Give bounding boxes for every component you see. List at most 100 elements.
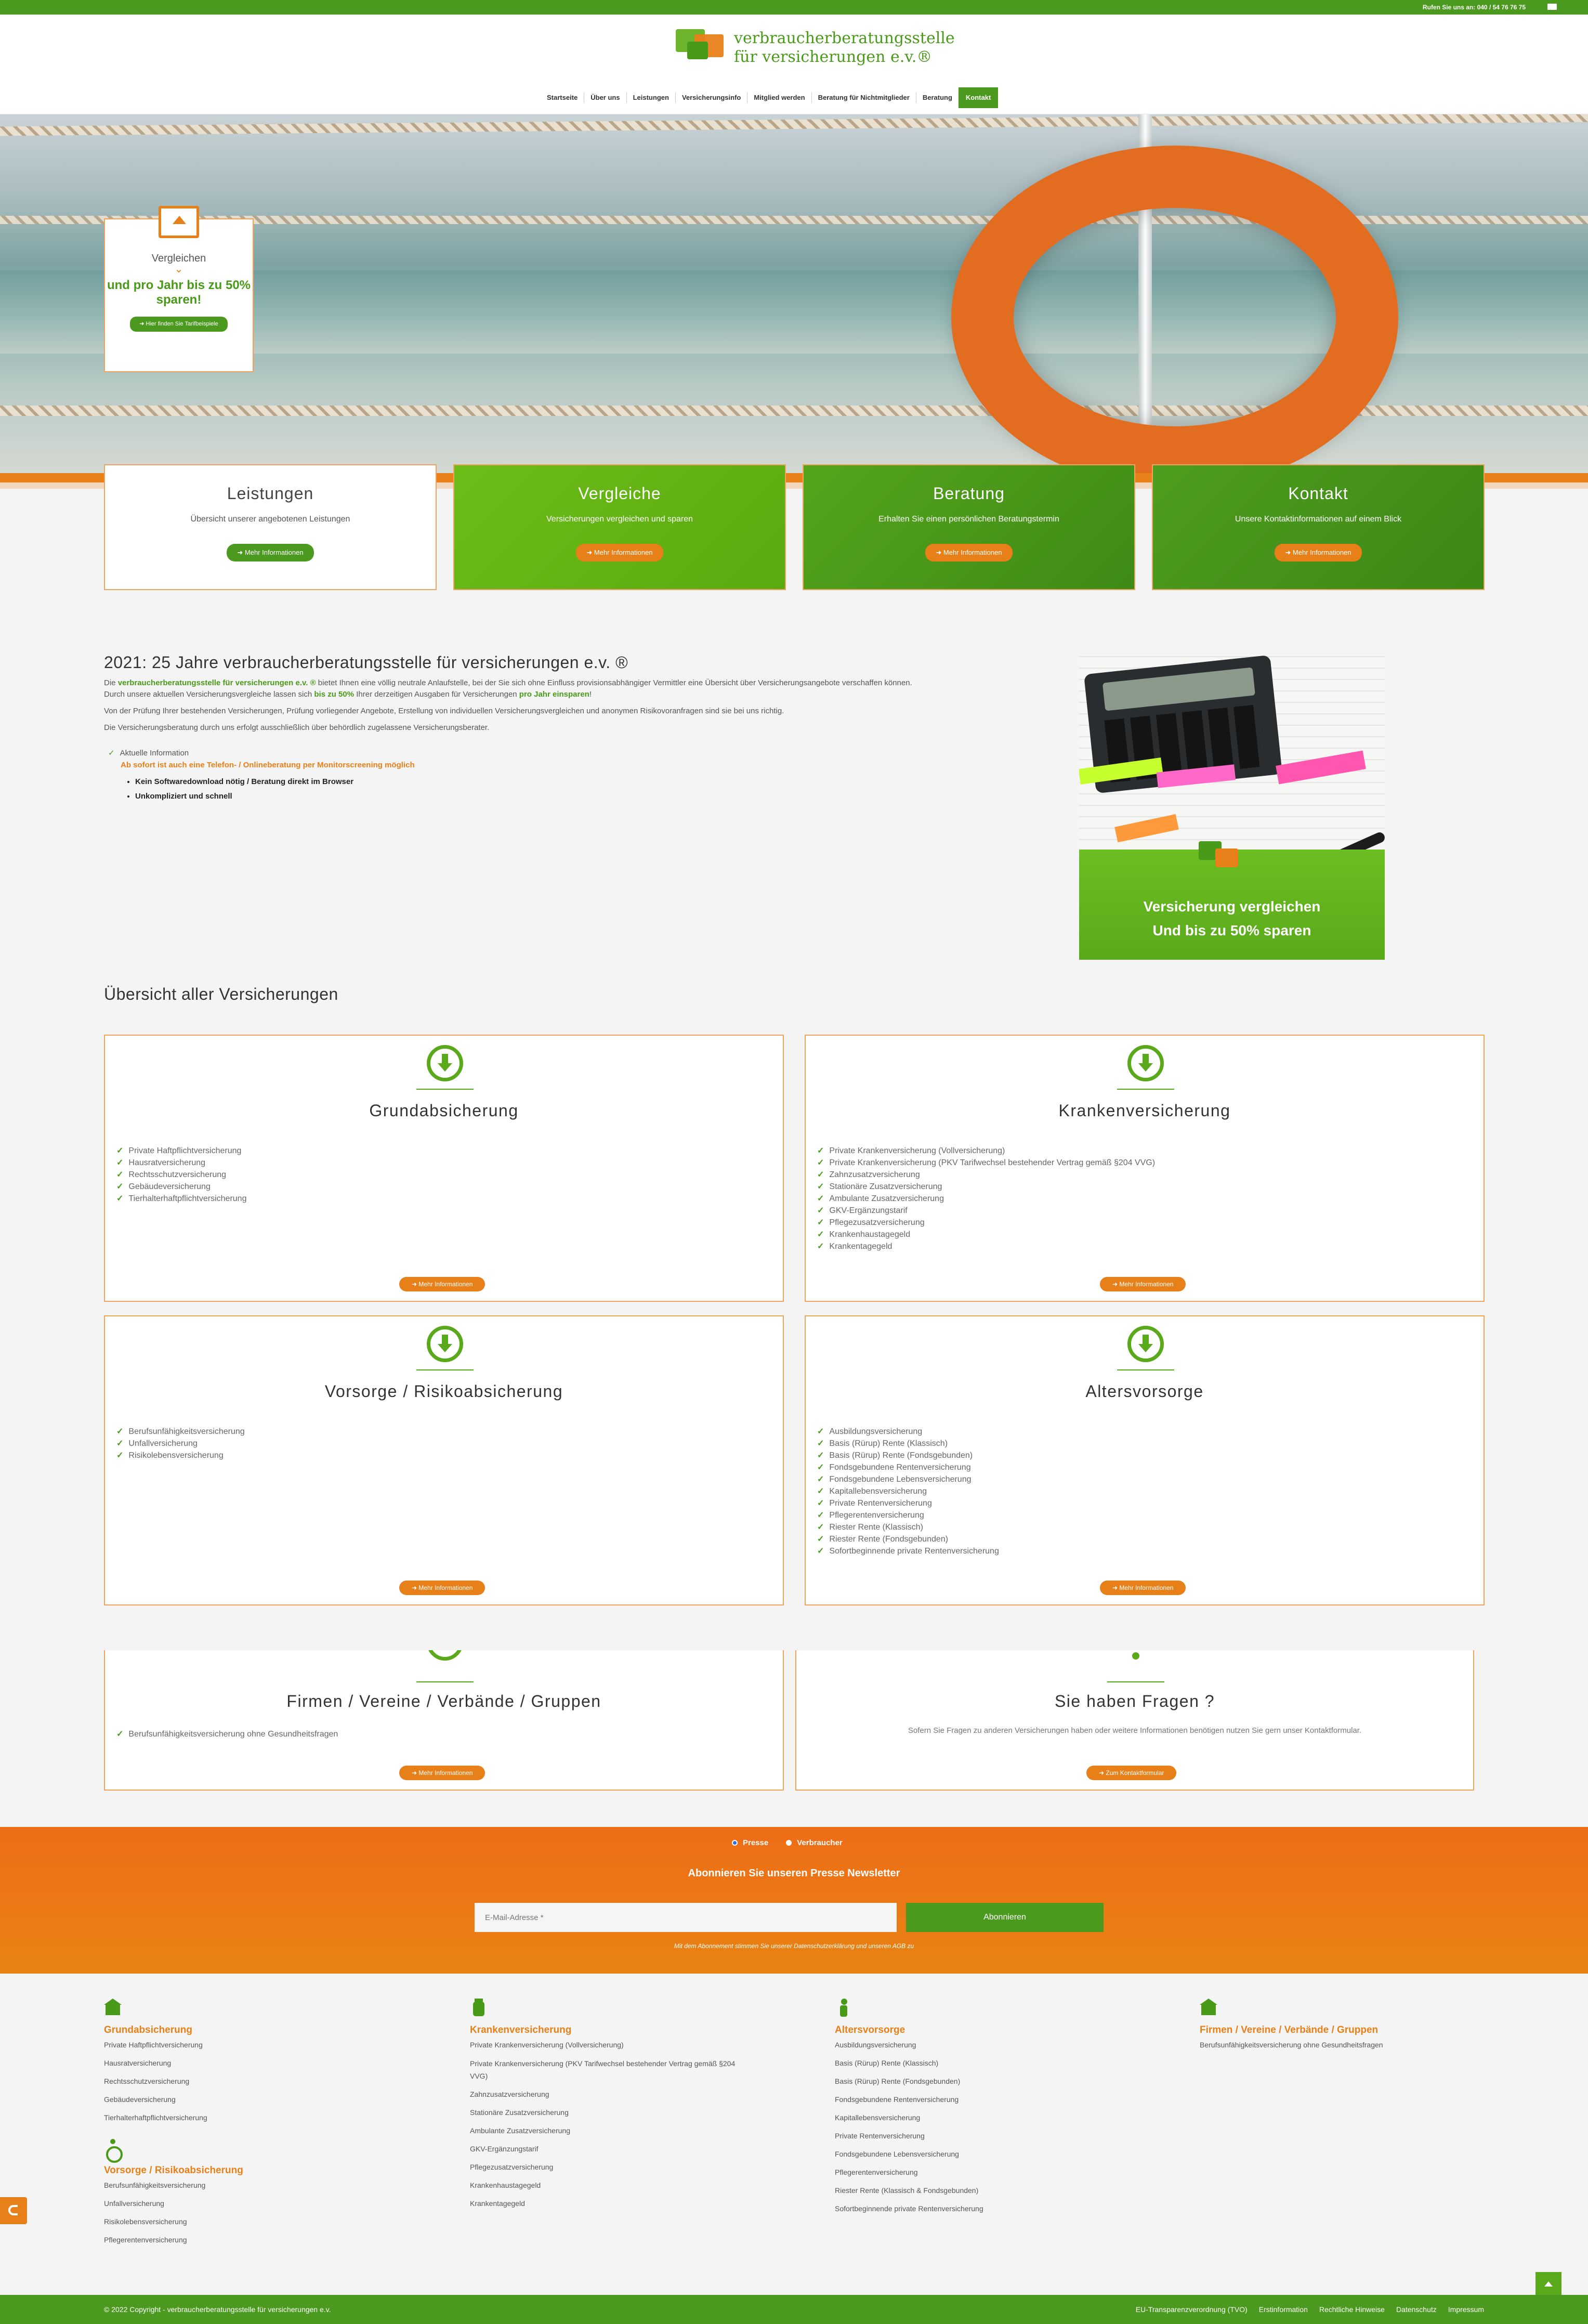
footer-link[interactable]: Ausbildungsversicherung [835, 2036, 1115, 2054]
footer-link[interactable]: Fondsgebundene Rentenversicherung [835, 2091, 1115, 2109]
footer-link[interactable]: Krankentagegeld [470, 2195, 751, 2213]
list-item[interactable]: Krankenhaustagegeld [817, 1229, 1155, 1241]
nav-beratung-nichtmitglieder[interactable]: Beratung für Nichtmitglieder [812, 93, 916, 103]
footer-heading[interactable]: Altersvorsorge [835, 2025, 1115, 2036]
nav-mitglied-werden[interactable]: Mitglied werden [747, 93, 812, 103]
list-item[interactable]: Gebäudeversicherung [116, 1181, 246, 1193]
radio-verbraucher[interactable]: Verbraucher [786, 1838, 843, 1847]
list-item[interactable]: Private Krankenversicherung (Vollversich… [817, 1145, 1155, 1157]
site-logo[interactable]: verbraucherberatungsstelle für versicher… [676, 26, 955, 71]
phone-icon[interactable] [0, 2197, 27, 2224]
footer-link[interactable]: Berufsunfähigkeitsversicherung ohne Gesu… [1200, 2036, 1491, 2054]
list-item[interactable]: Risikolebensversicherung [116, 1450, 245, 1461]
more-info-button[interactable]: ➜ Mehr Informationen [1100, 1581, 1186, 1595]
footer-link[interactable]: Berufsunfähigkeitsversicherung [104, 2176, 374, 2195]
link-tvo[interactable]: EU-Transparenzverordnung (TVO) [1136, 2305, 1248, 2314]
footer-link[interactable]: Zahnzusatzversicherung [470, 2085, 751, 2104]
list-item[interactable]: Fondsgebundene Rentenversicherung [817, 1461, 999, 1473]
nav-leistungen[interactable]: Leistungen [627, 93, 676, 103]
footer-link[interactable]: Rechtsschutzversicherung [104, 2072, 374, 2091]
more-info-button[interactable]: ➜ Mehr Informationen [227, 544, 314, 562]
more-info-button[interactable]: ➜ Mehr Informationen [576, 544, 663, 562]
list-item[interactable]: Tierhalterhaftpflichtversicherung [116, 1193, 246, 1205]
footer-heading[interactable]: Grundabsicherung [104, 2025, 374, 2036]
tarifbeispiele-button[interactable]: ➜ Hier finden Sie Tarifbeispiele [130, 317, 228, 332]
footer-link[interactable]: Pflegezusatzversicherung [470, 2158, 751, 2176]
nav-beratung[interactable]: Beratung [916, 93, 959, 103]
feature-beratung[interactable]: Beratung Erhalten Sie einen persönlichen… [803, 464, 1135, 590]
footer-heading[interactable]: Vorsorge / Risikoabsicherung [104, 2165, 374, 2176]
more-info-button[interactable]: ➜ Mehr Informationen [399, 1766, 485, 1780]
footer-link[interactable]: Private Krankenversicherung (PKV Tarifwe… [470, 2057, 751, 2082]
list-item[interactable]: Sofortbeginnende private Rentenversicher… [817, 1545, 999, 1557]
email-input[interactable] [475, 1903, 897, 1932]
list-item[interactable]: Hausratversicherung [116, 1157, 246, 1169]
nav-versicherungsinfo[interactable]: Versicherungsinfo [676, 93, 748, 103]
nav-kontakt[interactable]: Kontakt [958, 87, 999, 108]
footer-link[interactable]: GKV-Ergänzungstarif [470, 2140, 751, 2158]
subscribe-button[interactable]: Abonnieren [906, 1903, 1104, 1932]
list-item[interactable]: Rechtsschutzversicherung [116, 1169, 246, 1181]
footer-heading[interactable]: Krankenversicherung [470, 2025, 751, 2036]
radio-dot[interactable] [732, 1840, 738, 1846]
contact-form-button[interactable]: ➜ Zum Kontaktformular [1086, 1766, 1177, 1780]
list-item[interactable]: Zahnzusatzversicherung [817, 1169, 1155, 1181]
footer-link[interactable]: Private Krankenversicherung (Vollversich… [470, 2036, 751, 2054]
footer-link[interactable]: Krankenhaustagegeld [470, 2176, 751, 2195]
list-item[interactable]: Private Haftpflichtversicherung [116, 1145, 246, 1157]
feature-kontakt[interactable]: Kontakt Unsere Kontaktinformationen auf … [1152, 464, 1485, 590]
more-info-button[interactable]: ➜ Mehr Informationen [1100, 1277, 1186, 1291]
list-item[interactable]: Pflegezusatzversicherung [817, 1217, 1155, 1229]
list-item[interactable]: Unfallversicherung [116, 1438, 245, 1450]
list-item[interactable]: Basis (Rürup) Rente (Fondsgebunden) [817, 1450, 999, 1461]
list-item[interactable]: Riester Rente (Fondsgebunden) [817, 1533, 999, 1545]
link-impressum[interactable]: Impressum [1448, 2305, 1484, 2314]
footer-link[interactable]: Fondsgebundene Lebensversicherung [835, 2145, 1115, 2163]
footer-link[interactable]: Tierhalterhaftpflichtversicherung [104, 2109, 374, 2127]
footer-link[interactable]: Sofortbeginnende private Rentenversicher… [835, 2200, 1115, 2218]
more-info-button[interactable]: ➜ Mehr Informationen [399, 1277, 485, 1291]
list-item[interactable]: Berufsunfähigkeitsversicherung ohne Gesu… [116, 1728, 338, 1740]
mail-icon[interactable] [1547, 4, 1557, 10]
footer-link[interactable]: Ambulante Zusatzversicherung [470, 2122, 751, 2140]
list-item[interactable]: Fondsgebundene Lebensversicherung [817, 1473, 999, 1485]
footer-link[interactable]: Gebäudeversicherung [104, 2091, 374, 2109]
footer-link[interactable]: Kapitallebensversicherung [835, 2109, 1115, 2127]
footer-link[interactable]: Risikolebensversicherung [104, 2213, 374, 2231]
nav-ueber-uns[interactable]: Über uns [584, 93, 627, 103]
more-info-button[interactable]: ➜ Mehr Informationen [399, 1581, 485, 1595]
list-item[interactable]: Riester Rente (Klassisch) [817, 1521, 999, 1533]
footer-link[interactable]: Pflegerentenversicherung [104, 2231, 374, 2249]
nav-startseite[interactable]: Startseite [541, 93, 585, 103]
more-info-button[interactable]: ➜ Mehr Informationen [1275, 544, 1362, 562]
footer-link[interactable]: Basis (Rürup) Rente (Klassisch) [835, 2054, 1115, 2072]
list-item[interactable]: Stationäre Zusatzversicherung [817, 1181, 1155, 1193]
list-item[interactable]: Private Krankenversicherung (PKV Tarifwe… [817, 1157, 1155, 1169]
footer-link[interactable]: Private Rentenversicherung [835, 2127, 1115, 2145]
scroll-to-top-button[interactable] [1535, 2272, 1561, 2298]
list-item[interactable]: GKV-Ergänzungstarif [817, 1205, 1155, 1217]
list-item[interactable]: Ausbildungsversicherung [817, 1426, 999, 1438]
more-info-button[interactable]: ➜ Mehr Informationen [925, 544, 1013, 562]
feature-vergleiche[interactable]: Vergleiche Versicherungen vergleichen un… [453, 464, 786, 590]
feature-leistungen[interactable]: Leistungen Übersicht unserer angebotenen… [104, 464, 437, 590]
calculator-banner-image[interactable]: Versicherung vergleichen Und bis zu 50% … [1079, 654, 1385, 960]
link-rechtliche-hinweise[interactable]: Rechtliche Hinweise [1319, 2305, 1385, 2314]
footer-link[interactable]: Riester Rente (Klassisch & Fondsgebunden… [835, 2182, 1115, 2200]
list-item[interactable]: Ambulante Zusatzversicherung [817, 1193, 1155, 1205]
list-item[interactable]: Private Rentenversicherung [817, 1497, 999, 1509]
link-erstinformation[interactable]: Erstinformation [1259, 2305, 1308, 2314]
radio-dot[interactable] [786, 1840, 792, 1846]
list-item[interactable]: Kapitallebensversicherung [817, 1485, 999, 1497]
list-item[interactable]: Pflegerentenversicherung [817, 1509, 999, 1521]
footer-link[interactable]: Unfallversicherung [104, 2195, 374, 2213]
link-datenschutz[interactable]: Datenschutz [1396, 2305, 1437, 2314]
list-item[interactable]: Krankentagegeld [817, 1241, 1155, 1252]
list-item[interactable]: Basis (Rürup) Rente (Klassisch) [817, 1438, 999, 1450]
list-item[interactable]: Berufsunfähigkeitsversicherung [116, 1426, 244, 1438]
radio-presse[interactable]: Presse [732, 1838, 768, 1847]
footer-heading[interactable]: Firmen / Vereine / Verbände / Gruppen [1200, 2025, 1491, 2036]
footer-link[interactable]: Stationäre Zusatzversicherung [470, 2104, 751, 2122]
footer-link[interactable]: Basis (Rürup) Rente (Fondsgebunden) [835, 2072, 1115, 2091]
footer-link[interactable]: Hausratversicherung [104, 2054, 374, 2072]
